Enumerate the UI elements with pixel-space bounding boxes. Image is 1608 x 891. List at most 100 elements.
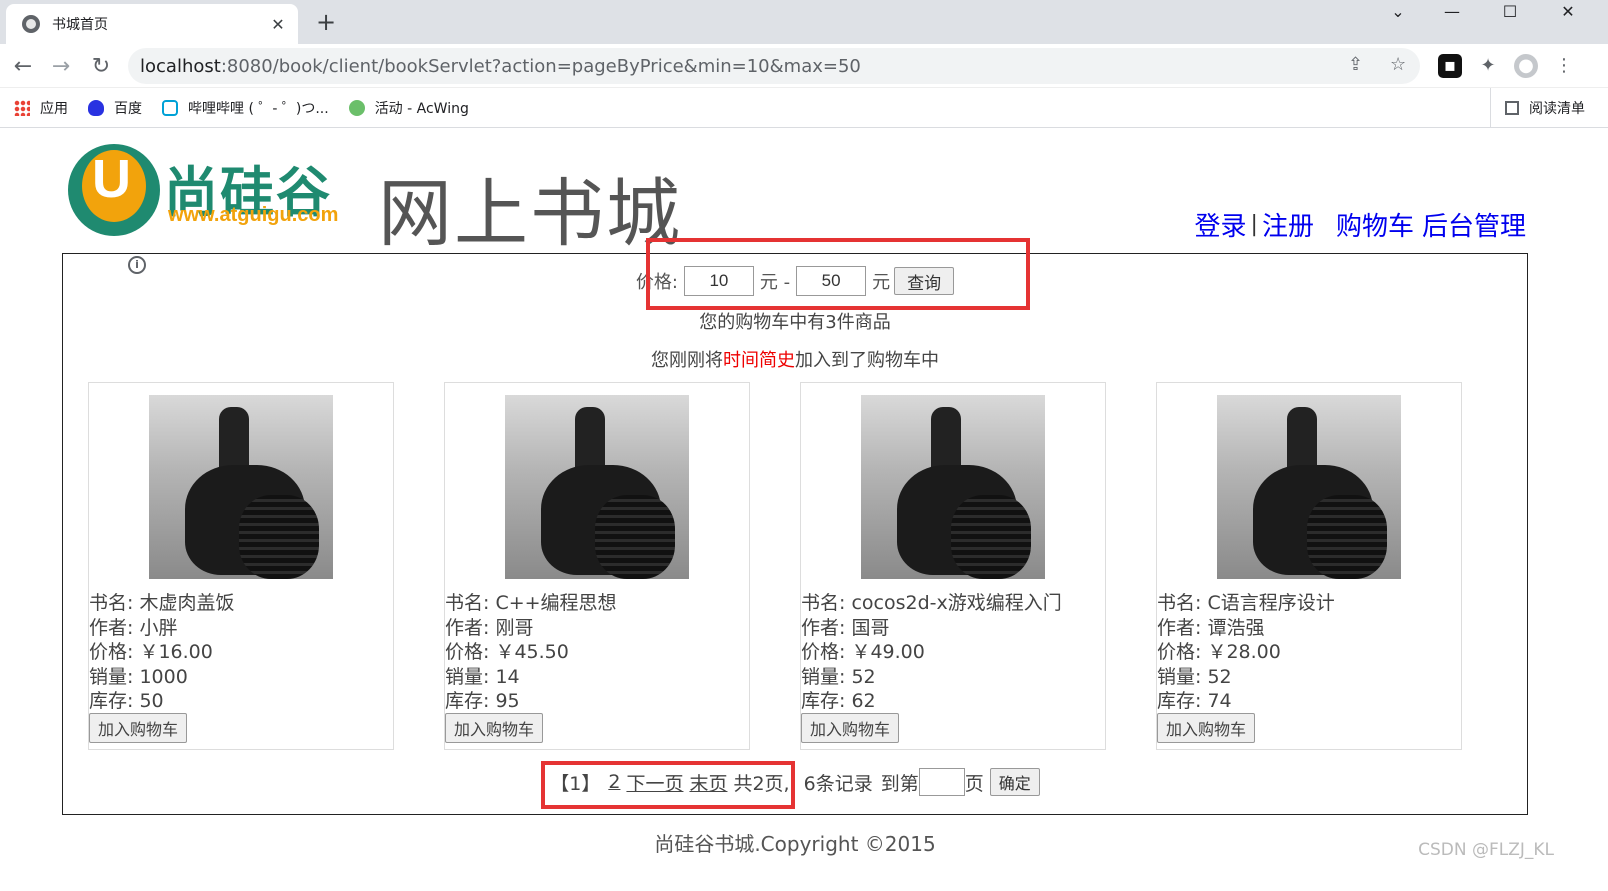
book-name: 书名: C++编程思想 <box>445 592 617 614</box>
add-to-cart-button[interactable]: 加入购物车 <box>445 713 544 743</box>
reading-list-label: 阅读清单 <box>1529 101 1585 117</box>
url-host: localhost <box>140 55 221 77</box>
add-to-cart-button[interactable]: 加入购物车 <box>801 713 900 743</box>
site-header: 尚硅谷 www.atguigu.com 网上书城 登录 | 注册 购物车 后台管… <box>66 140 1536 257</box>
window-close-icon[interactable]: ✕ <box>1548 0 1588 24</box>
maximize-icon[interactable]: ☐ <box>1490 0 1530 24</box>
tab-close-icon[interactable]: ✕ <box>268 15 288 34</box>
bookmarks-bar: 应用 百度 哔哩哔哩 ( ゜- ゜)つ... 活动 - AcWing 阅读清单 <box>0 88 1608 128</box>
goto-suffix: 页 <box>964 772 984 795</box>
add-to-cart-button[interactable]: 加入购物车 <box>1157 713 1256 743</box>
cart-link[interactable]: 购物车 <box>1336 206 1414 243</box>
cart-count-text: 您的购物车中有3件商品 <box>699 312 891 333</box>
book-card: 书名: cocos2d-x游戏编程入门 作者: 国哥 价格: ￥49.00 销量… <box>800 382 1106 750</box>
book-sales: 销量: 52 <box>801 665 876 688</box>
reload-icon[interactable]: ↻ <box>86 52 116 82</box>
minimize-icon[interactable]: — <box>1432 0 1472 24</box>
goto-prefix: 到第 <box>880 772 919 795</box>
last-added-text: 您刚刚将时间简史加入到了购物车中 <box>63 346 1527 372</box>
logo-website: www.atguigu.com <box>168 204 339 226</box>
bilibili-icon <box>162 99 178 116</box>
book-cover-image <box>149 395 333 579</box>
book-author: 作者: 谭浩强 <box>1157 616 1265 639</box>
book-author: 作者: 小胖 <box>89 616 178 639</box>
tab-search-icon[interactable]: ⌄ <box>1378 0 1418 24</box>
confirm-page-button[interactable]: 确定 <box>989 768 1040 796</box>
footer-copyright: 尚硅谷书城.Copyright ©2015 <box>654 832 936 856</box>
book-card: 书名: C语言程序设计 作者: 谭浩强 价格: ￥28.00 销量: 52 库存… <box>1156 382 1462 750</box>
total-records: 6条记录 <box>803 772 873 795</box>
bookmark-star-icon[interactable]: ☆ <box>1390 54 1406 75</box>
tab-bar: 书城首页 ✕ + ⌄ — ☐ ✕ <box>0 0 1608 44</box>
bookmark-label: 活动 - AcWing <box>374 100 469 117</box>
url-text[interactable]: localhost:8080/book/client/bookServlet?a… <box>140 56 861 77</box>
url-path: :8080/book/client/bookServlet?action=pag… <box>220 55 861 77</box>
book-name: 书名: cocos2d-x游戏编程入门 <box>801 592 1062 614</box>
link-separator: | <box>1250 212 1258 237</box>
goto-page-input[interactable] <box>918 768 965 796</box>
book-info: 书名: 木虚肉盖饭 作者: 小胖 价格: ￥16.00 销量: 1000 库存:… <box>89 591 234 714</box>
book-price: 价格: ￥45.50 <box>445 641 569 663</box>
book-name: 书名: C语言程序设计 <box>1157 592 1335 614</box>
last-added-book: 时间简史 <box>723 350 795 371</box>
book-stock: 库存: 95 <box>445 690 520 712</box>
profile-avatar-icon[interactable]: ● <box>1514 54 1538 78</box>
last-added-suffix: 加入到了购物车中 <box>795 350 939 371</box>
puzzle-icon[interactable]: ✦ <box>1476 54 1500 78</box>
book-stock: 库存: 50 <box>89 690 164 712</box>
book-sales: 销量: 1000 <box>89 665 188 688</box>
register-link[interactable]: 注册 <box>1262 206 1314 243</box>
book-price: 价格: ￥28.00 <box>1157 641 1281 663</box>
book-stock: 库存: 74 <box>1157 690 1232 712</box>
site-title: 网上书城 <box>378 171 682 257</box>
reading-list[interactable]: 阅读清单 <box>1490 88 1585 128</box>
browser-tab[interactable]: 书城首页 ✕ <box>6 4 298 44</box>
book-info: 书名: C++编程思想 作者: 刚哥 价格: ￥45.50 销量: 14 库存:… <box>445 591 617 714</box>
site-logo: 尚硅谷 www.atguigu.com <box>68 142 368 238</box>
book-sales: 销量: 52 <box>1157 665 1232 688</box>
main-content: 价格: 元 - 元 查询 您的购物车中有3件商品 您刚刚将时间简史加入到了购物车… <box>62 238 1528 815</box>
address-bar[interactable]: i localhost:8080/book/client/bookServlet… <box>128 48 1420 274</box>
bookmark-label: 百度 <box>114 100 142 117</box>
reading-list-icon <box>1505 101 1519 115</box>
add-to-cart-button[interactable]: 加入购物车 <box>89 713 188 743</box>
book-card: 书名: C++编程思想 作者: 刚哥 价格: ￥45.50 销量: 14 库存:… <box>444 382 750 750</box>
bookmark-acwing[interactable]: 活动 - AcWing <box>348 98 469 118</box>
book-author: 作者: 国哥 <box>801 616 890 639</box>
globe-icon <box>22 15 40 33</box>
book-cover-image <box>1217 395 1401 579</box>
apps-icon <box>14 99 30 116</box>
new-tab-button[interactable]: + <box>312 8 340 36</box>
browser-toolbar: ← → ↻ i localhost:8080/book/client/bookS… <box>0 44 1608 274</box>
menu-dots-icon[interactable]: ⋮ <box>1552 54 1576 78</box>
book-cover-image <box>861 395 1045 579</box>
login-link[interactable]: 登录 <box>1195 206 1247 243</box>
bookmark-label: 哔哩哔哩 ( ゜- ゜)つ... <box>188 100 329 117</box>
highlight-box-search <box>646 238 1030 310</box>
highlight-box-pager <box>541 761 795 809</box>
book-author: 作者: 刚哥 <box>445 616 534 639</box>
book-price: 价格: ￥16.00 <box>89 641 213 663</box>
share-icon[interactable]: ⇪ <box>1348 54 1363 75</box>
bookmark-apps[interactable]: 应用 <box>14 98 68 118</box>
book-cover-image <box>505 395 689 579</box>
admin-link[interactable]: 后台管理 <box>1422 206 1526 243</box>
bookmark-bilibili[interactable]: 哔哩哔哩 ( ゜- ゜)つ... <box>162 98 329 118</box>
acwing-icon <box>348 99 365 116</box>
book-info: 书名: C语言程序设计 作者: 谭浩强 价格: ￥28.00 销量: 52 库存… <box>1157 591 1335 714</box>
book-info: 书名: cocos2d-x游戏编程入门 作者: 国哥 价格: ￥49.00 销量… <box>801 591 1062 714</box>
forward-icon[interactable]: → <box>46 52 76 82</box>
bookmark-label: 应用 <box>40 100 68 117</box>
book-name: 书名: 木虚肉盖饭 <box>89 592 235 614</box>
pagination: 【1】 2 下一页 末页 共2页, 6条记录 到第 页 确定 <box>63 768 1527 796</box>
back-icon[interactable]: ← <box>8 52 38 82</box>
extension-icon[interactable]: ▪ <box>1438 54 1462 78</box>
baidu-icon <box>88 99 104 116</box>
header-links: 登录 | 注册 购物车 后台管理 <box>1195 206 1526 243</box>
book-card: 书名: 木虚肉盖饭 作者: 小胖 价格: ￥16.00 销量: 1000 库存:… <box>88 382 394 750</box>
book-stock: 库存: 62 <box>801 690 876 712</box>
bookmark-baidu[interactable]: 百度 <box>88 98 142 118</box>
book-price: 价格: ￥49.00 <box>801 641 925 663</box>
watermark: CSDN @FLZJ_KL <box>1418 840 1554 860</box>
last-added-prefix: 您刚刚将 <box>651 350 723 371</box>
